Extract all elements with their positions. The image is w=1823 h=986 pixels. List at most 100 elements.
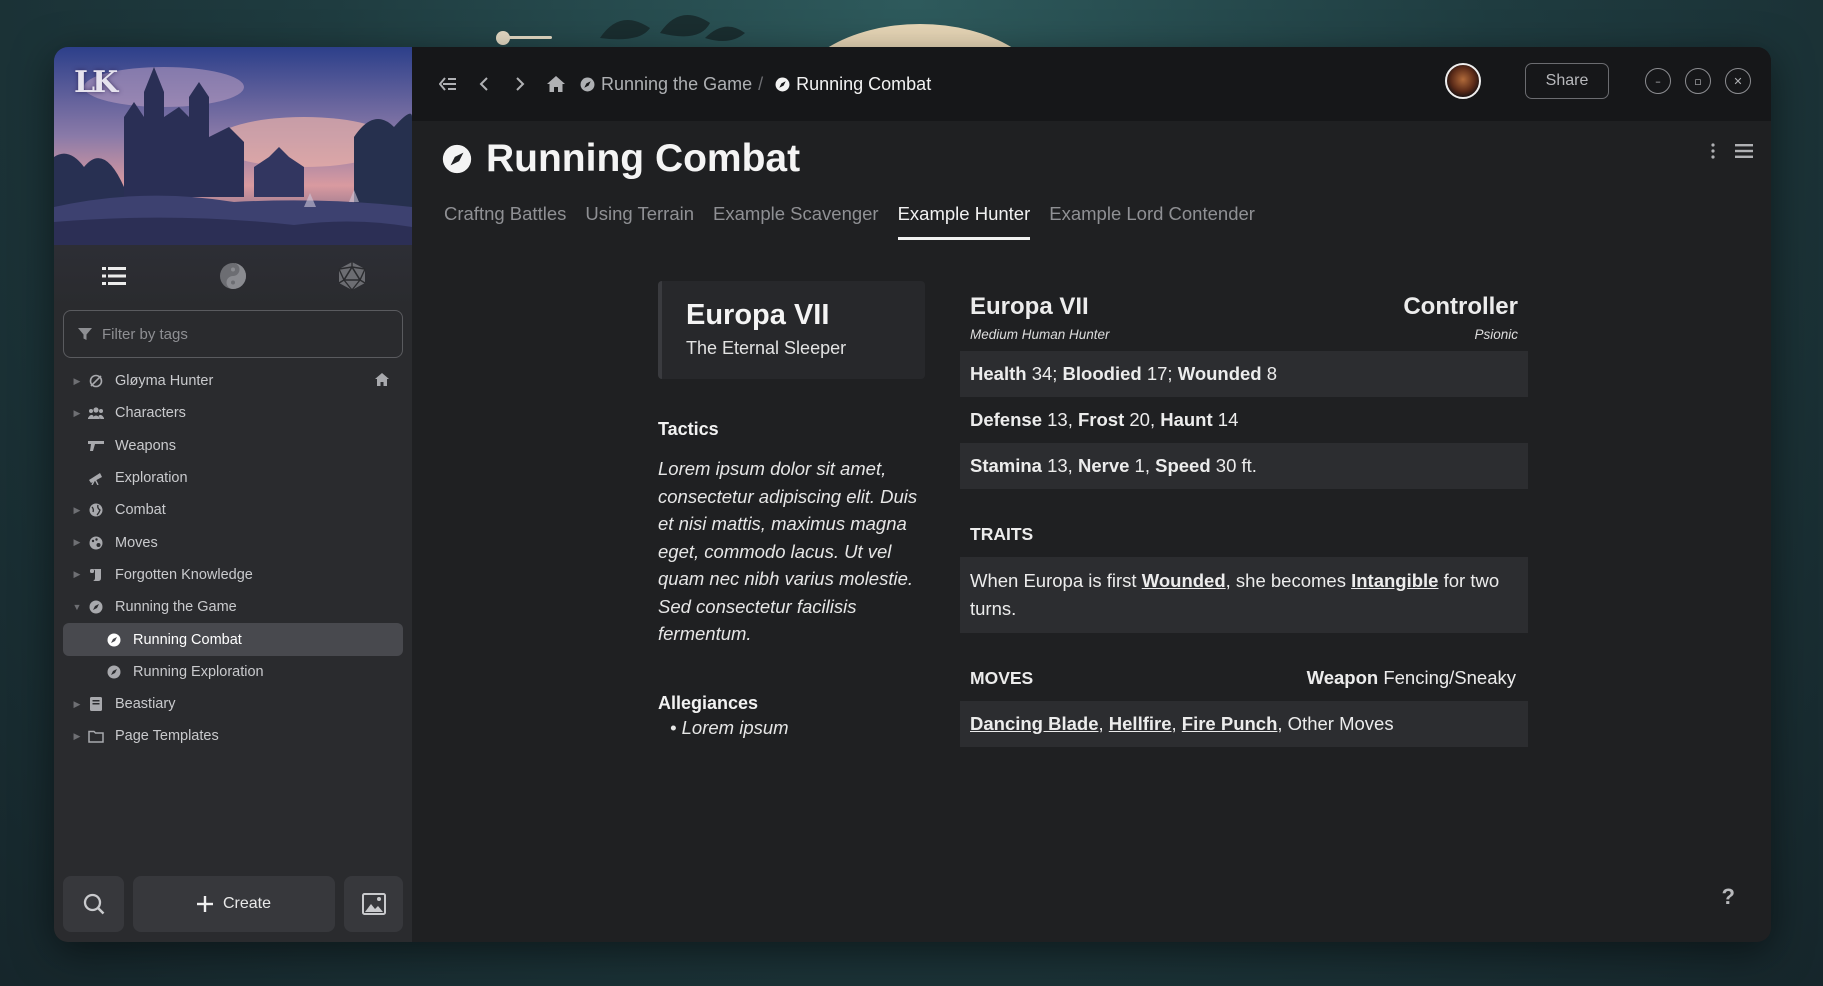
tab-pages-list[interactable]: [89, 256, 139, 296]
top-bar: Running the Game / Running Combat Share …: [412, 47, 1771, 121]
breadcrumb-parent[interactable]: Running the Game: [580, 74, 752, 95]
back-button[interactable]: [466, 66, 502, 102]
sidebar-item-characters[interactable]: ▶ Characters: [63, 397, 403, 429]
tactics-heading: Tactics: [658, 419, 719, 439]
expand-caret-icon[interactable]: ▶: [69, 731, 85, 742]
defense-label: Defense: [970, 409, 1042, 430]
tab-example-lord-contender[interactable]: Example Lord Contender: [1049, 203, 1255, 240]
move-link-hellfire[interactable]: Hellfire: [1109, 713, 1172, 735]
main-panel: Running the Game / Running Combat Share …: [412, 47, 1771, 942]
tab-example-hunter[interactable]: Example Hunter: [897, 203, 1031, 240]
statblock-role: Controller: [1403, 293, 1518, 320]
stamina-value: 13,: [1047, 455, 1073, 476]
sidebar-item-weapons[interactable]: Weapons: [63, 430, 403, 462]
sidebar-bottom-bar: Create: [63, 876, 403, 932]
allegiance-item-label: Lorem ipsum: [681, 717, 789, 738]
statblock-descriptor: Medium Human Hunter: [970, 327, 1110, 342]
sidebar-item-running-exploration[interactable]: Running Exploration: [63, 656, 403, 688]
bg-slider-track: [500, 36, 552, 39]
list-icon: [101, 267, 126, 285]
scroll-icon: [85, 566, 107, 584]
sidebar-item-label: Beastiary: [115, 696, 176, 713]
moves-tail: , Other Moves: [1277, 713, 1394, 734]
creature-title-card: Europa VII The Eternal Sleeper: [658, 281, 925, 379]
sidebar-item-running-the-game[interactable]: ▼ Running the Game: [63, 591, 403, 623]
move-link-dancing-blade[interactable]: Dancing Blade: [970, 713, 1099, 735]
health-label: Health: [970, 363, 1027, 384]
compass-icon: [103, 663, 125, 681]
tab-yin-yang[interactable]: [208, 256, 258, 296]
collapse-sidebar-button[interactable]: [430, 66, 466, 102]
haunt-label: Haunt: [1160, 409, 1213, 430]
close-button[interactable]: ✕: [1725, 68, 1751, 94]
search-button[interactable]: [63, 876, 124, 932]
creature-name: Europa VII: [686, 299, 830, 331]
statblock-name: Europa VII: [970, 293, 1089, 320]
sidebar-item-page-templates[interactable]: ▶ Page Templates: [63, 720, 403, 752]
sidebar-item-moves[interactable]: ▶ Moves: [63, 526, 403, 558]
expand-caret-icon[interactable]: ▶: [69, 376, 85, 387]
image-button[interactable]: [344, 876, 403, 932]
expand-caret-icon[interactable]: ▶: [69, 505, 85, 516]
intangible-link[interactable]: Intangible: [1351, 570, 1438, 591]
sidebar-item-gloyma-hunter[interactable]: ▶ Gløyma Hunter: [63, 365, 403, 397]
sidebar-item-running-combat[interactable]: Running Combat: [63, 623, 403, 656]
sidebar-item-forgotten-knowledge[interactable]: ▶ Forgotten Knowledge: [63, 559, 403, 591]
moves-heading: MOVES Weapon Fencing/Sneaky: [960, 655, 1528, 701]
defense-row: Defense 13, Frost 20, Haunt 14: [960, 397, 1528, 443]
tab-example-scavenger[interactable]: Example Scavenger: [713, 203, 879, 240]
wounded-link[interactable]: Wounded: [1142, 570, 1226, 591]
user-avatar[interactable]: [1445, 63, 1481, 99]
tactics-text: Lorem ipsum dolor sit amet, consectetur …: [658, 458, 918, 644]
app-logo: LK: [74, 65, 118, 100]
moves-heading-label: MOVES: [970, 667, 1034, 688]
traits-heading: TRAITS: [960, 511, 1528, 557]
minimize-button[interactable]: –: [1645, 68, 1671, 94]
folder-icon: [85, 727, 107, 745]
frost-value: 20,: [1129, 409, 1156, 430]
home-button[interactable]: [538, 66, 574, 102]
globe-icon: [85, 501, 107, 519]
expand-caret-icon[interactable]: ▶: [69, 699, 85, 710]
page-actions: [1711, 143, 1753, 159]
tab-using-terrain[interactable]: Using Terrain: [585, 203, 694, 240]
creature-epithet: The Eternal Sleeper: [686, 338, 847, 358]
create-button[interactable]: Create: [133, 876, 335, 932]
filter-input[interactable]: [102, 325, 382, 343]
sidebar-item-combat[interactable]: ▶ Combat: [63, 494, 403, 526]
move-link-fire-punch[interactable]: Fire Punch: [1182, 713, 1278, 735]
image-icon: [361, 893, 386, 915]
sidebar-tabs: [54, 245, 412, 307]
filter-by-tags-field[interactable]: [63, 310, 403, 358]
collapse-caret-icon[interactable]: ▼: [69, 602, 85, 612]
maximize-button[interactable]: ▫: [1685, 68, 1711, 94]
tab-craftng-battles[interactable]: Craftng Battles: [444, 203, 566, 240]
menu-icon[interactable]: [1735, 144, 1753, 158]
expand-caret-icon[interactable]: ▶: [69, 569, 85, 580]
plus-icon: [196, 896, 213, 912]
forward-button[interactable]: [502, 66, 538, 102]
share-button[interactable]: Share: [1525, 63, 1609, 99]
help-button[interactable]: ?: [1722, 884, 1735, 910]
sidebar-item-beastiary[interactable]: ▶ Beastiary: [63, 688, 403, 720]
breadcrumb-separator: /: [758, 73, 764, 94]
nerve-value: 1,: [1134, 455, 1150, 476]
app-window: LK Filter by tags ▶ Gløyma Hunter ▶ Char…: [54, 47, 1771, 942]
haunt-value: 14: [1217, 409, 1239, 430]
expand-caret-icon[interactable]: ▶: [69, 537, 85, 548]
weapon-value: Fencing/Sneaky: [1383, 667, 1516, 688]
trait-text: When Europa is first Wounded, she become…: [960, 557, 1528, 633]
expand-caret-icon[interactable]: ▶: [69, 408, 85, 419]
sidebar-item-exploration[interactable]: Exploration: [63, 462, 403, 494]
page-tabs: Craftng Battles Using Terrain Example Sc…: [444, 203, 1255, 240]
moves-row: Dancing Blade, Hellfire, Fire Punch, Oth…: [960, 701, 1528, 747]
tab-dice[interactable]: [327, 256, 377, 296]
search-icon: [83, 893, 104, 915]
more-vertical-icon[interactable]: [1711, 143, 1715, 159]
stamina-label: Stamina: [970, 455, 1042, 476]
speed-label: Speed: [1155, 455, 1211, 476]
no-symbol-icon: [85, 372, 107, 390]
breadcrumb-current[interactable]: Running Combat: [775, 74, 931, 95]
bloodied-label: Bloodied: [1062, 363, 1142, 384]
compass-icon: [442, 144, 472, 174]
